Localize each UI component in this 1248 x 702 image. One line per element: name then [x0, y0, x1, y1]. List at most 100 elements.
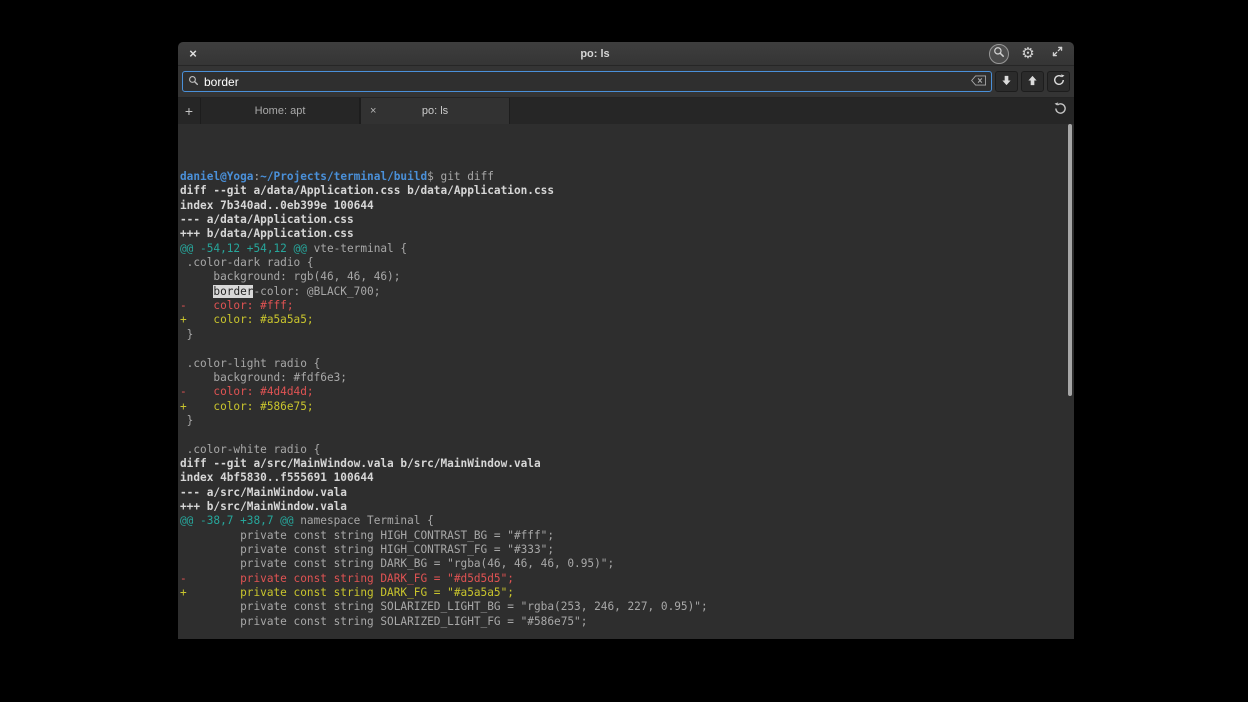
terminal-output[interactable]: daniel@Yoga:~/Projects/terminal/build$ g… — [178, 124, 1074, 639]
terminal-line: private const string DARK_BG = "rgba(46,… — [180, 557, 1066, 571]
terminal-text-span: } — [180, 414, 193, 427]
terminal-line: } — [180, 328, 1066, 342]
search-field[interactable] — [182, 71, 992, 92]
close-icon: × — [370, 105, 376, 117]
restore-tabs-button[interactable] — [1046, 98, 1074, 124]
terminal-text-span: - color: #4d4d4d; — [180, 385, 314, 398]
terminal-text-span: vte-terminal { — [307, 242, 407, 255]
arrow-down-icon — [1001, 73, 1012, 91]
scrollbar-thumb[interactable] — [1068, 124, 1072, 396]
terminal-line: .color-dark radio { — [180, 256, 1066, 270]
terminal-text-span: .color-white radio { — [180, 443, 320, 456]
terminal-text-span: + color: #a5a5a5; — [180, 313, 314, 326]
terminal-text-span: background: rgb(46, 46, 46); — [180, 270, 400, 283]
terminal-line: background: rgb(46, 46, 46); — [180, 270, 1066, 284]
terminal-line: private const string SOLARIZED_LIGHT_BG … — [180, 600, 1066, 614]
terminal-line: + color: #a5a5a5; — [180, 313, 1066, 327]
terminal-text-span: - private const string DARK_FG = "#d5d5d… — [180, 572, 514, 585]
terminal-text-span: @@ -38,7 +38,7 @@ — [180, 514, 294, 527]
window-title: po: ls — [209, 48, 981, 60]
terminal-text-span: namespace Terminal { — [294, 514, 434, 527]
terminal-text-span: private const string HIGH_CONTRAST_BG = … — [180, 529, 554, 542]
terminal-line: - color: #fff; — [180, 299, 1066, 313]
terminal-text-span: .color-dark radio { — [180, 256, 314, 269]
window-close-button[interactable]: × — [185, 46, 201, 62]
search-cycle-button[interactable] — [1047, 71, 1070, 92]
tab-home-apt[interactable]: Home: apt — [200, 98, 360, 124]
search-toggle-button[interactable] — [989, 44, 1009, 64]
terminal-text-span: ~/Projects/terminal/build — [260, 170, 427, 183]
expand-icon — [1051, 45, 1064, 63]
search-input[interactable] — [204, 75, 966, 89]
terminal-line — [180, 629, 1066, 639]
terminal-line: border-color: @BLACK_700; — [180, 285, 1066, 299]
tab-label: Home: apt — [255, 105, 306, 117]
terminal-line: @@ -54,12 +54,12 @@ vte-terminal { — [180, 242, 1066, 256]
settings-button[interactable]: ⚙ — [1018, 44, 1038, 64]
tab-po-ls[interactable]: × po: ls — [360, 98, 510, 124]
plus-icon: + — [185, 103, 193, 119]
terminal-text-span: .color-light radio { — [180, 357, 320, 370]
terminal-text-span: - color: #fff; — [180, 299, 294, 312]
terminal-text-span: daniel@Yoga — [180, 170, 253, 183]
terminal-line: .color-white radio { — [180, 443, 1066, 457]
magnifier-icon — [188, 73, 199, 91]
terminal-line: + private const string DARK_FG = "#a5a5a… — [180, 586, 1066, 600]
terminal-text-span: private const string DARK_BG = "rgba(46,… — [180, 557, 614, 570]
terminal-line: daniel@Yoga:~/Projects/terminal/build$ g… — [180, 170, 1066, 184]
terminal-text-span: background: #fdf6e3; — [180, 371, 347, 384]
clear-backspace-icon[interactable] — [971, 73, 986, 91]
cycle-icon — [1053, 73, 1065, 91]
terminal-line: --- a/data/Application.css — [180, 213, 1066, 227]
terminal-text-span: index 7b340ad..0eb399e 100644 — [180, 199, 374, 212]
tabbar-spacer — [510, 98, 1046, 124]
terminal-text-span: --- a/src/MainWindow.vala — [180, 486, 347, 499]
terminal-text-span: } — [180, 328, 193, 341]
search-previous-button[interactable] — [1021, 71, 1044, 92]
terminal-text-span: $ git diff — [427, 170, 494, 183]
search-bar — [178, 66, 1074, 98]
terminal-line: } — [180, 414, 1066, 428]
tab-label: po: ls — [422, 105, 448, 117]
terminal-text-span: + private const string DARK_FG = "#a5a5a… — [180, 586, 514, 599]
terminal-line: private const string HIGH_CONTRAST_BG = … — [180, 529, 1066, 543]
terminal-line: +++ b/data/Application.css — [180, 227, 1066, 241]
terminal-text-span: private const string SOLARIZED_LIGHT_FG … — [180, 615, 587, 628]
headerbar: × po: ls ⚙ — [178, 42, 1074, 66]
terminal-text-span: +++ b/src/MainWindow.vala — [180, 500, 347, 513]
terminal-line: .color-light radio { — [180, 357, 1066, 371]
terminal-line: index 7b340ad..0eb399e 100644 — [180, 199, 1066, 213]
tab-close-button[interactable]: × — [370, 98, 376, 124]
arrow-up-icon — [1027, 73, 1038, 91]
terminal-text-span: private const string SOLARIZED_LIGHT_BG … — [180, 600, 708, 613]
terminal-text-span: private const string HIGH_CONTRAST_FG = … — [180, 543, 554, 556]
terminal-line: background: #fdf6e3; — [180, 371, 1066, 385]
terminal-text-span: @@ -54,12 +54,12 @@ — [180, 242, 307, 255]
terminal-line: diff --git a/src/MainWindow.vala b/src/M… — [180, 457, 1066, 471]
close-icon: × — [189, 46, 197, 61]
terminal-line: - color: #4d4d4d; — [180, 385, 1066, 399]
history-icon — [1054, 102, 1067, 120]
terminal-text-span: -color: @BLACK_700; — [253, 285, 380, 298]
terminal-line: private const string SOLARIZED_LIGHT_FG … — [180, 615, 1066, 629]
gear-icon: ⚙ — [1021, 46, 1034, 61]
terminal-line: index 4bf5830..f555691 100644 — [180, 471, 1066, 485]
terminal-line: @@ -38,7 +38,7 @@ namespace Terminal { — [180, 514, 1066, 528]
terminal-text-span: index 4bf5830..f555691 100644 — [180, 471, 374, 484]
terminal-line: private const string HIGH_CONTRAST_FG = … — [180, 543, 1066, 557]
headerbar-actions: ⚙ — [989, 44, 1067, 64]
search-next-button[interactable] — [995, 71, 1018, 92]
terminal-text-span: +++ b/data/Application.css — [180, 227, 354, 240]
terminal-text-span: --- a/data/Application.css — [180, 213, 354, 226]
terminal-line: +++ b/src/MainWindow.vala — [180, 500, 1066, 514]
terminal-window: × po: ls ⚙ — [178, 42, 1074, 639]
terminal-text-span: diff --git a/src/MainWindow.vala b/src/M… — [180, 457, 541, 470]
terminal-line — [180, 428, 1066, 442]
new-tab-button[interactable]: + — [178, 98, 200, 124]
tab-bar: + Home: apt × po: ls — [178, 98, 1074, 124]
terminal-line: diff --git a/data/Application.css b/data… — [180, 184, 1066, 198]
terminal-line: + color: #586e75; — [180, 400, 1066, 414]
fullscreen-button[interactable] — [1047, 44, 1067, 64]
search-icon — [993, 45, 1005, 63]
terminal-text-span: border — [213, 285, 253, 298]
